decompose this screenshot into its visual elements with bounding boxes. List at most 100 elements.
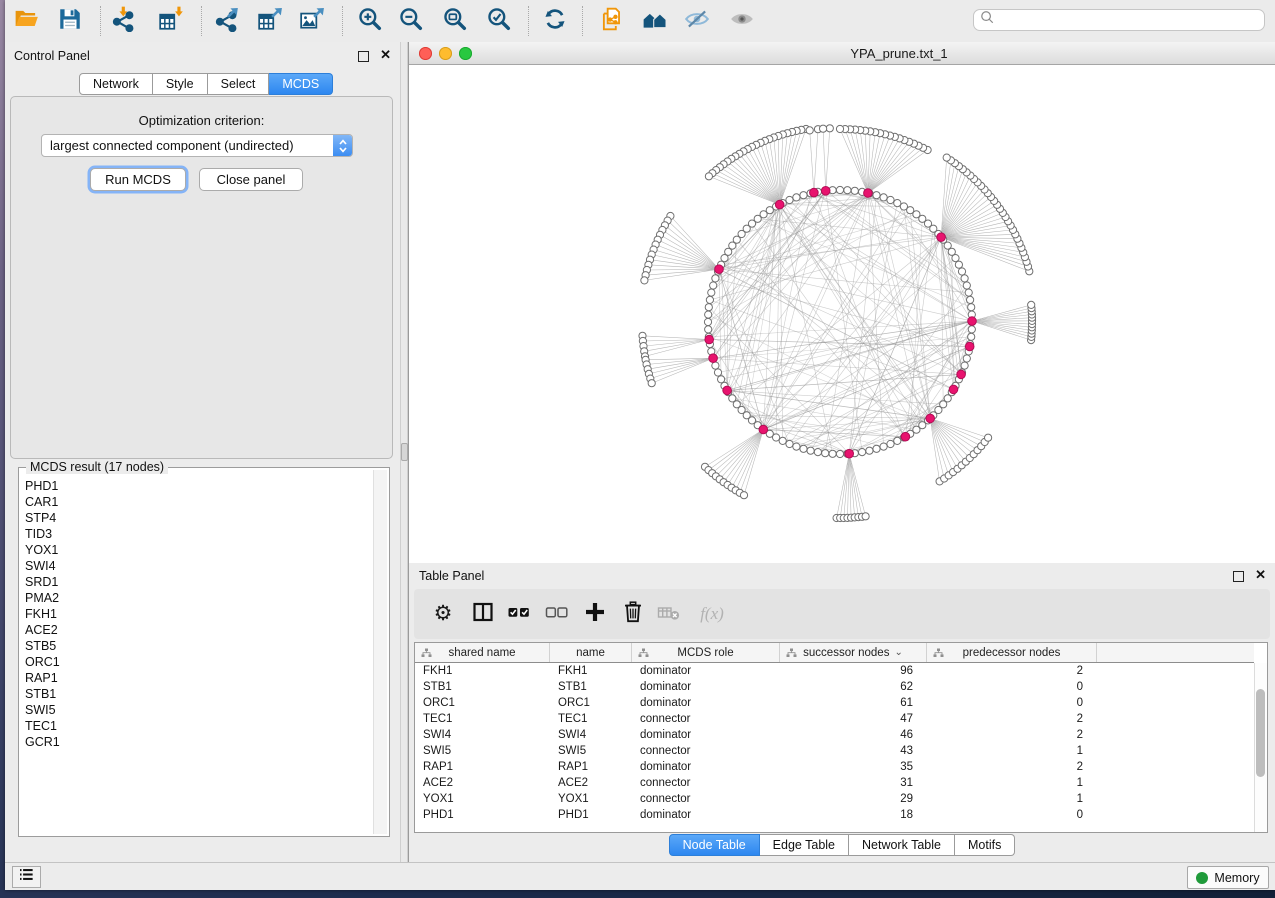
column-label: shared name (448, 647, 515, 659)
refresh-button[interactable] (538, 4, 572, 38)
mcds-result-list[interactable]: PHD1CAR1STP4TID3YOX1SWI4SRD1PMA2FKH1ACE2… (21, 478, 373, 834)
window-close-icon[interactable] (419, 47, 432, 60)
tab-mcds[interactable]: MCDS (269, 73, 333, 95)
network-graph[interactable] (409, 65, 1275, 563)
close-panel-button[interactable]: Close panel (199, 168, 303, 191)
table-row[interactable]: TEC1TEC1connector472 (415, 711, 1254, 727)
export-image-button[interactable] (295, 4, 329, 38)
share-document-button[interactable] (595, 4, 629, 38)
mcds-result-item[interactable]: TID3 (21, 526, 373, 542)
toggle-column-panel-button[interactable] (469, 600, 497, 628)
tab-select[interactable]: Select (208, 73, 270, 95)
zoom-in-button[interactable] (353, 4, 387, 38)
window-zoom-icon[interactable] (459, 47, 472, 60)
column-header-name[interactable]: name (550, 643, 632, 662)
mcds-result-item[interactable]: RAP1 (21, 670, 373, 686)
cell-shared-name: YOX1 (415, 791, 550, 807)
table-scrollbar[interactable] (1254, 663, 1267, 832)
save-button[interactable] (53, 4, 87, 38)
mcds-result-item[interactable]: SWI4 (21, 558, 373, 574)
mcds-result-item[interactable]: CAR1 (21, 494, 373, 510)
export-table-icon (257, 6, 283, 37)
column-settings-button[interactable]: ⚙ (429, 600, 457, 628)
tab-network-table[interactable]: Network Table (849, 834, 955, 856)
cell-shared-name: PHD1 (415, 807, 550, 823)
cell-successor-nodes: 62 (780, 679, 927, 695)
add-column-button[interactable] (581, 600, 609, 628)
column-header-MCDS-role[interactable]: MCDS role (632, 643, 780, 662)
mcds-result-item[interactable]: STP4 (21, 510, 373, 526)
run-mcds-button[interactable]: Run MCDS (90, 168, 186, 191)
mcds-result-item[interactable]: SRD1 (21, 574, 373, 590)
export-network-button[interactable] (210, 4, 244, 38)
mcds-result-item[interactable]: FKH1 (21, 606, 373, 622)
hide-selected-button[interactable] (680, 4, 714, 38)
cell-MCDS-role: dominator (632, 807, 780, 823)
task-history-button[interactable] (12, 866, 41, 888)
float-window-icon[interactable] (358, 51, 369, 62)
select-all-columns-button[interactable] (505, 600, 533, 628)
scrollbar-thumb[interactable] (1256, 689, 1265, 777)
show-all-button[interactable] (725, 4, 759, 38)
column-header-predecessor-nodes[interactable]: predecessor nodes (927, 643, 1097, 662)
columns-icon (471, 600, 495, 629)
close-icon[interactable]: ✕ (380, 47, 391, 63)
result-scrollbar[interactable] (373, 470, 387, 834)
cell-name: SWI5 (550, 743, 632, 759)
cell-name: ACE2 (550, 775, 632, 791)
table-row[interactable]: RAP1RAP1dominator352 (415, 759, 1254, 775)
column-header-successor-nodes[interactable]: successor nodes⌄ (780, 643, 927, 662)
network-titlebar[interactable]: YPA_prune.txt_1 (409, 42, 1275, 65)
criterion-select[interactable]: largest connected component (undirected) (41, 134, 353, 157)
mcds-result-item[interactable]: YOX1 (21, 542, 373, 558)
mcds-result-item[interactable]: STB5 (21, 638, 373, 654)
float-window-icon[interactable] (1233, 571, 1244, 582)
mcds-result-item[interactable]: STB1 (21, 686, 373, 702)
mcds-result-item[interactable]: GCR1 (21, 734, 373, 750)
zoom-fit-button[interactable] (438, 4, 472, 38)
cell-MCDS-role: dominator (632, 663, 780, 679)
delete-column-button[interactable] (619, 600, 647, 628)
tab-edge-table[interactable]: Edge Table (760, 834, 849, 856)
mcds-result-item[interactable]: ACE2 (21, 622, 373, 638)
panel-splitter[interactable] (400, 42, 408, 862)
table-row[interactable]: STB1STB1dominator620 (415, 679, 1254, 695)
fx-icon: f(x) (700, 604, 724, 624)
table-row[interactable]: FKH1FKH1dominator962 (415, 663, 1254, 679)
mcds-result-item[interactable]: PHD1 (21, 478, 373, 494)
table-row[interactable]: ORC1ORC1dominator610 (415, 695, 1254, 711)
import-network-button[interactable] (107, 4, 141, 38)
mcds-result-item[interactable]: SWI5 (21, 702, 373, 718)
table-row[interactable]: SWI4SWI4dominator462 (415, 727, 1254, 743)
export-table-button[interactable] (253, 4, 287, 38)
close-icon[interactable]: ✕ (1255, 567, 1266, 583)
search-input[interactable] (995, 12, 1264, 28)
zoom-fit-icon (442, 6, 468, 37)
splitter-grabber[interactable] (401, 443, 408, 461)
open-button[interactable] (10, 4, 44, 38)
network-canvas[interactable] (409, 65, 1275, 563)
table-row[interactable]: ACE2ACE2connector311 (415, 775, 1254, 791)
table-row[interactable]: YOX1YOX1connector291 (415, 791, 1254, 807)
tab-style[interactable]: Style (153, 73, 208, 95)
mcds-result-item[interactable]: ORC1 (21, 654, 373, 670)
search-box[interactable] (973, 9, 1265, 31)
deselect-all-columns-button[interactable] (543, 600, 571, 628)
window-minimize-icon[interactable] (439, 47, 452, 60)
tab-node-table[interactable]: Node Table (669, 834, 760, 856)
first-neighbors-button[interactable] (638, 4, 672, 38)
memory-button[interactable]: Memory (1187, 866, 1269, 889)
mcds-result-item[interactable]: TEC1 (21, 718, 373, 734)
import-table-button[interactable] (154, 4, 188, 38)
zoom-out-button[interactable] (394, 4, 428, 38)
tab-network[interactable]: Network (79, 73, 153, 95)
tab-motifs[interactable]: Motifs (955, 834, 1015, 856)
network-title: YPA_prune.txt_1 (850, 46, 947, 61)
column-header-shared-name[interactable]: shared name (415, 643, 550, 662)
cell-name: FKH1 (550, 663, 632, 679)
mcds-result-item[interactable]: PMA2 (21, 590, 373, 606)
network-view-window: YPA_prune.txt_1 (408, 42, 1275, 563)
table-row[interactable]: PHD1PHD1dominator180 (415, 807, 1254, 823)
table-row[interactable]: SWI5SWI5connector431 (415, 743, 1254, 759)
zoom-selected-button[interactable] (482, 4, 516, 38)
